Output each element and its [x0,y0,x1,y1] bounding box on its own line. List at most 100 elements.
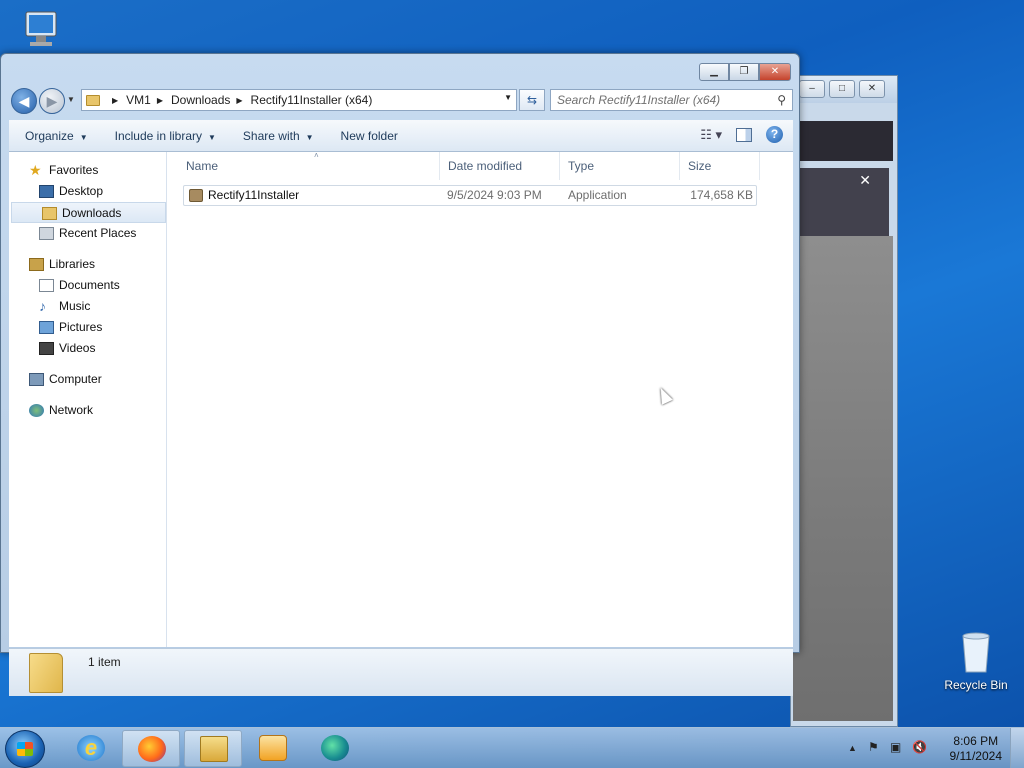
application-icon [189,189,203,202]
chevron-right-icon[interactable]: ▶ [112,96,118,105]
file-explorer-icon [200,736,228,762]
nav-item-downloads[interactable]: Downloads [11,202,166,223]
nav-item-network[interactable]: Network [9,400,166,421]
address-dropdown-icon[interactable]: ▼ [504,93,512,102]
refresh-button[interactable]: ⇆ [519,89,545,111]
network-icon [29,404,44,417]
nav-label-pictures: Pictures [59,320,103,334]
maximize-icon[interactable]: □ [829,80,855,98]
clock-date: 9/11/2024 [949,749,1003,763]
taskbar-internet-explorer[interactable]: e [62,730,120,767]
nav-label-recent-places: Recent Places [59,226,137,240]
window-controls: ▁ ❐ ✕ [699,63,791,81]
file-type: Application [568,188,627,202]
back-button[interactable]: ◀ [11,88,37,114]
recent-pages-dropdown[interactable]: ▼ [67,95,75,104]
organize-button[interactable]: Organize ▼ [9,129,99,143]
recycle-bin-icon[interactable]: Recycle Bin [940,630,1012,692]
chevron-down-icon: ▼ [79,132,88,142]
nav-label-videos: Videos [59,341,96,355]
desktop-icon [39,185,54,198]
computer-desktop-icon[interactable] [12,8,64,54]
chevron-right-icon[interactable]: ▶ [157,96,163,105]
network-status-icon[interactable]: ▣ [890,740,901,754]
column-label-size: Size [688,159,712,173]
details-pane: 1 item [9,648,793,696]
file-size: 174,658 KB [690,188,753,202]
address-bar[interactable]: ▶ VM1 ▶ Downloads ▶ Rectify11Installer (… [81,89,517,111]
maximize-button[interactable]: ❐ [729,63,759,81]
organize-label: Organize [25,128,74,143]
recent-places-icon [39,227,54,240]
column-header-type[interactable]: Type [560,152,680,180]
taskbar-windows-explorer[interactable] [184,730,242,767]
nav-item-desktop[interactable]: Desktop [9,181,166,202]
browser-notification-banner: ✕ [793,168,889,236]
navigation-pane: ★ Favorites Desktop Downloads Recent Pla… [9,152,167,647]
nav-item-documents[interactable]: Documents [9,275,166,296]
taskbar-firefox[interactable] [122,730,180,767]
include-in-library-label: Include in library [114,128,202,143]
start-button[interactable] [5,730,45,768]
internet-explorer-icon: e [77,735,105,761]
column-label-type: Type [568,159,595,173]
nav-item-libraries[interactable]: Libraries [9,254,166,275]
show-hidden-icons-icon[interactable]: ▲ [848,743,857,753]
nav-item-computer[interactable]: Computer [9,369,166,390]
nav-item-recent-places[interactable]: Recent Places [9,223,166,244]
include-in-library-button[interactable]: Include in library ▼ [99,129,227,143]
nav-item-music[interactable]: ♪ Music [9,296,166,317]
breadcrumb-downloads[interactable]: Downloads [171,93,230,107]
clock[interactable]: 8:06 PM 9/11/2024 [950,734,1003,764]
browser-toolbar: uo ☰ [793,121,893,197]
taskbar-media-player[interactable] [244,730,302,767]
new-folder-button[interactable]: New folder [325,129,409,143]
close-icon[interactable]: ✕ [859,172,871,189]
file-row[interactable]: Rectify11Installer 9/5/2024 9:03 PM Appl… [183,185,757,206]
firefox-icon [138,736,166,762]
change-view-icon[interactable]: ☷ ▾ [700,127,722,143]
media-player-icon [259,735,287,761]
action-center-flag-icon[interactable]: ⚑ [868,740,879,754]
nav-item-favorites[interactable]: ★ Favorites [9,160,166,181]
downloads-folder-icon [42,207,57,220]
help-icon[interactable]: ? [766,126,783,143]
show-desktop-button[interactable] [1010,728,1024,768]
file-list-pane: ˄ Name Date modified Type Size Rectify11… [168,151,793,647]
close-button[interactable]: ✕ [759,63,791,81]
search-input[interactable]: Search Rectify11Installer (x64) ⚲ [550,89,793,111]
minimize-icon[interactable]: – [799,80,825,98]
background-window-titlebar: – □ ✕ [791,76,897,103]
computer-icon [29,373,44,386]
close-icon[interactable]: ✕ [859,80,885,98]
minimize-button[interactable]: ▁ [699,63,729,81]
forward-button[interactable]: ▶ [39,88,65,114]
column-header-name[interactable]: ˄ Name [178,151,440,180]
chevron-right-icon[interactable]: ▶ [236,96,242,105]
breadcrumb-vm1[interactable]: VM1 [126,93,151,107]
clock-time: 8:06 PM [953,734,999,748]
chevron-down-icon: ▼ [208,132,216,142]
taskbar-edge[interactable] [306,730,364,767]
nav-label-music: Music [59,299,91,313]
libraries-icon [29,258,44,271]
nav-item-videos[interactable]: Videos [9,338,166,359]
nav-item-pictures[interactable]: Pictures [9,317,166,338]
system-tray: ▲ ⚑ ▣ 🔇 8:06 PM 9/11/2024 [834,728,1024,768]
videos-icon [39,342,54,355]
explorer-body: ★ Favorites Desktop Downloads Recent Pla… [9,151,793,647]
command-bar: Organize ▼ Include in library ▼ Share with… [9,120,793,152]
nav-label-desktop: Desktop [59,184,104,198]
column-header-date-modified[interactable]: Date modified [440,152,560,180]
share-with-button[interactable]: Share with ▼ [227,129,325,143]
chevron-down-icon: ▼ [305,132,314,142]
breadcrumb-current-folder[interactable]: Rectify11Installer (x64) [251,93,373,107]
column-header-size[interactable]: Size [680,152,760,180]
volume-muted-icon[interactable]: 🔇 [912,740,927,754]
trash-icon [960,630,992,674]
search-icon[interactable]: ⚲ [777,93,786,107]
explorer-window[interactable]: ▁ ❐ ✕ ◀ ▶ ▼ ▶ VM1 ▶ Downloads ▶ Rectify1… [0,53,800,696]
share-with-label: Share with [242,128,300,143]
preview-pane-icon[interactable] [736,127,752,142]
background-browser-window[interactable]: – □ ✕ uo ☰ ✕ [790,75,898,727]
